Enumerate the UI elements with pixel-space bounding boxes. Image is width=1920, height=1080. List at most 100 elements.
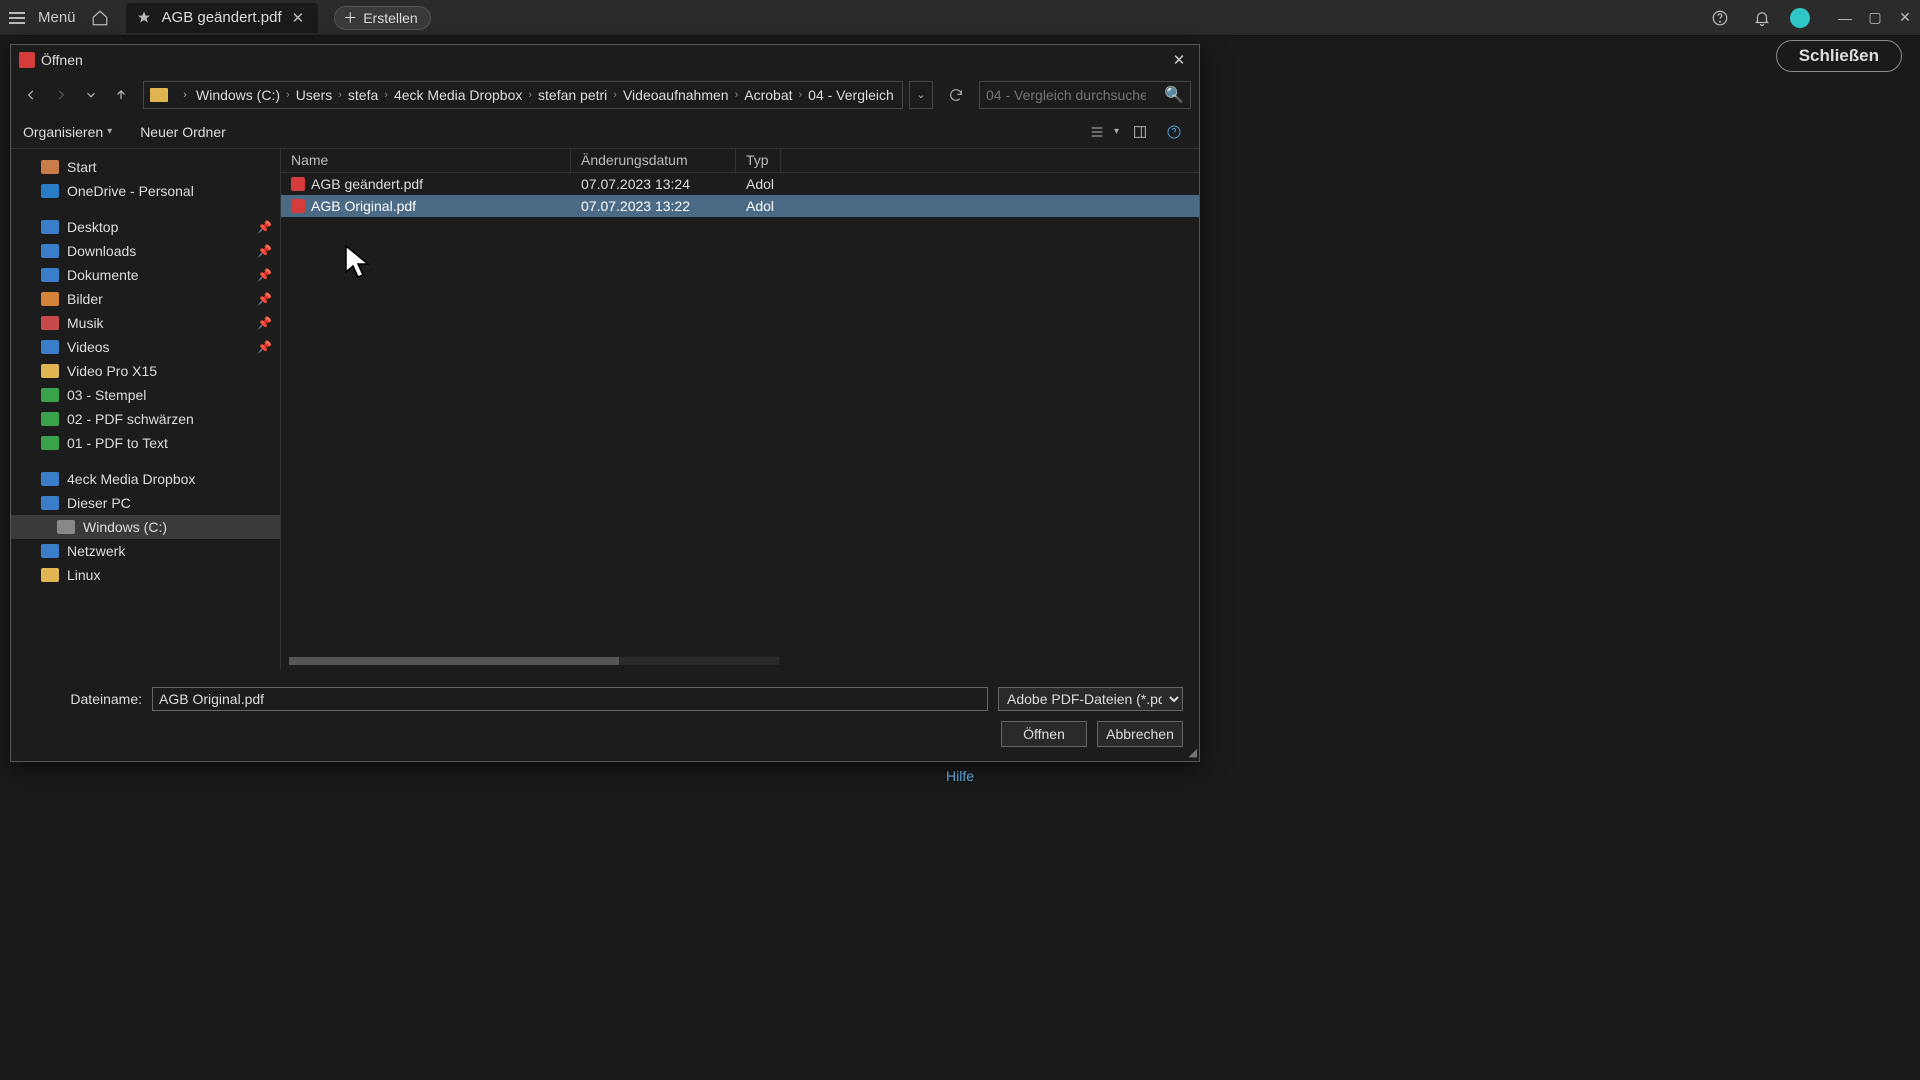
breadcrumb-segment[interactable]: Windows (C:) [196, 87, 280, 103]
search-box[interactable]: 🔍 [979, 81, 1191, 109]
plus-icon: ＋ [343, 8, 357, 28]
breadcrumb-segment[interactable]: Users [296, 87, 333, 103]
breadcrumb-segment[interactable]: Acrobat [744, 87, 792, 103]
pin-icon[interactable]: 📌 [257, 244, 272, 258]
address-dropdown-icon[interactable]: › [174, 89, 196, 101]
pin-icon[interactable]: 📌 [257, 292, 272, 306]
view-mode-icon[interactable] [1084, 119, 1110, 145]
file-date: 07.07.2023 13:22 [571, 198, 736, 214]
sidebar-item-icon [41, 184, 59, 198]
nav-recent-icon[interactable] [79, 83, 103, 107]
filetype-select[interactable]: Adobe PDF-Dateien (*.pdf) [998, 687, 1183, 711]
breadcrumb: Windows (C:)›Users›stefa›4eck Media Drop… [196, 87, 894, 103]
file-name: AGB Original.pdf [311, 198, 416, 214]
sidebar-item-icon [57, 520, 75, 534]
new-folder-button[interactable]: Neuer Ordner [140, 124, 226, 140]
maximize-icon[interactable]: ▢ [1866, 9, 1884, 27]
breadcrumb-segment[interactable]: stefa [348, 87, 378, 103]
table-row[interactable]: AGB Original.pdf07.07.2023 13:22Adol [281, 195, 1199, 217]
table-row[interactable]: AGB geändert.pdf07.07.2023 13:24Adol [281, 173, 1199, 195]
sidebar-item[interactable]: Start [11, 155, 280, 179]
close-window-icon[interactable]: ✕ [1896, 9, 1914, 27]
sidebar-item-icon [41, 220, 59, 234]
sidebar-item-label: OneDrive - Personal [67, 183, 194, 199]
horizontal-scrollbar[interactable] [289, 657, 779, 665]
refresh-icon[interactable] [943, 82, 969, 108]
sidebar-item-icon [41, 340, 59, 354]
dialog-close-icon[interactable]: ✕ [1167, 48, 1191, 72]
breadcrumb-segment[interactable]: 4eck Media Dropbox [394, 87, 522, 103]
column-header-name[interactable]: Name [281, 149, 571, 172]
menu-label[interactable]: Menü [34, 9, 80, 26]
breadcrumb-segment[interactable]: Videoaufnahmen [623, 87, 729, 103]
preview-pane-icon[interactable] [1127, 119, 1153, 145]
breadcrumb-separator-icon[interactable]: › [332, 89, 348, 101]
sidebar-item-label: Downloads [67, 243, 136, 259]
breadcrumb-separator-icon[interactable]: › [729, 89, 745, 101]
tab-close-icon[interactable]: ✕ [292, 9, 305, 27]
sidebar-item-label: Netzwerk [67, 543, 125, 559]
sidebar-item-label: Start [67, 159, 97, 175]
breadcrumb-separator-icon[interactable]: › [378, 89, 394, 101]
sidebar-item[interactable]: Downloads 📌 [11, 239, 280, 263]
sidebar-item[interactable]: 02 - PDF schwärzen [11, 407, 280, 431]
breadcrumb-separator-icon[interactable]: › [793, 89, 809, 101]
file-type: Adol [736, 176, 784, 192]
sidebar-item[interactable]: Windows (C:) [11, 515, 280, 539]
pin-icon[interactable]: 📌 [257, 220, 272, 234]
sidebar-item[interactable]: Dieser PC [11, 491, 280, 515]
filename-input[interactable] [152, 687, 988, 711]
sidebar-item[interactable]: Netzwerk [11, 539, 280, 563]
pin-icon[interactable]: 📌 [257, 268, 272, 282]
close-panel-button[interactable]: Schließen [1776, 40, 1902, 72]
view-mode-dropdown-icon[interactable]: ▾ [1114, 126, 1119, 137]
cancel-button[interactable]: Abbrechen [1097, 721, 1183, 747]
document-tab[interactable]: AGB geändert.pdf ✕ [126, 3, 319, 33]
pin-icon[interactable]: 📌 [257, 340, 272, 354]
breadcrumb-separator-icon[interactable]: › [607, 89, 623, 101]
folder-icon [150, 88, 168, 102]
sidebar-item-icon [41, 364, 59, 378]
sidebar-item[interactable]: 03 - Stempel [11, 383, 280, 407]
sidebar-item[interactable]: Bilder📌 [11, 287, 280, 311]
breadcrumb-separator-icon[interactable]: › [280, 89, 296, 101]
home-icon[interactable] [86, 4, 114, 32]
sidebar-item[interactable]: Video Pro X15 [11, 359, 280, 383]
help-link[interactable]: Hilfe [946, 768, 974, 784]
tab-title: AGB geändert.pdf [162, 9, 282, 26]
create-button[interactable]: ＋ Erstellen [334, 6, 430, 30]
sidebar-item[interactable]: 4eck Media Dropbox [11, 467, 280, 491]
dialog-help-icon[interactable] [1161, 119, 1187, 145]
search-input[interactable] [986, 87, 1146, 103]
organize-dropdown-icon[interactable]: ▾ [107, 126, 112, 137]
pin-icon[interactable]: 📌 [257, 316, 272, 330]
breadcrumb-segment[interactable]: 04 - Vergleich [808, 87, 894, 103]
organize-button[interactable]: Organisieren [23, 124, 103, 140]
open-button[interactable]: Öffnen [1001, 721, 1087, 747]
bell-icon[interactable] [1748, 4, 1776, 32]
address-bar[interactable]: › Windows (C:)›Users›stefa›4eck Media Dr… [143, 81, 903, 109]
sidebar-item[interactable]: Desktop📌 [11, 215, 280, 239]
search-icon[interactable]: 🔍 [1164, 85, 1184, 105]
sidebar-item[interactable]: OneDrive - Personal [11, 179, 280, 203]
sidebar-item[interactable]: Linux [11, 563, 280, 587]
breadcrumb-separator-icon[interactable]: › [522, 89, 538, 101]
hamburger-icon[interactable] [6, 7, 28, 29]
column-header-type[interactable]: Typ [736, 149, 781, 172]
sidebar-item-icon [41, 268, 59, 282]
sidebar-item[interactable]: Musik📌 [11, 311, 280, 335]
avatar[interactable] [1790, 8, 1810, 28]
sidebar-item[interactable]: Videos📌 [11, 335, 280, 359]
address-history-icon[interactable]: ⌄ [909, 81, 933, 109]
nav-forward-icon[interactable] [49, 83, 73, 107]
column-header-date[interactable]: Änderungsdatum [571, 149, 736, 172]
help-icon[interactable] [1706, 4, 1734, 32]
minimize-icon[interactable]: — [1836, 9, 1854, 27]
breadcrumb-segment[interactable]: stefan petri [538, 87, 607, 103]
resize-grip[interactable]: ◢ [1189, 746, 1197, 759]
sidebar-item[interactable]: 01 - PDF to Text [11, 431, 280, 455]
nav-up-icon[interactable] [109, 83, 133, 107]
cursor-icon [344, 244, 374, 285]
nav-back-icon[interactable] [19, 83, 43, 107]
sidebar-item[interactable]: Dokumente📌 [11, 263, 280, 287]
